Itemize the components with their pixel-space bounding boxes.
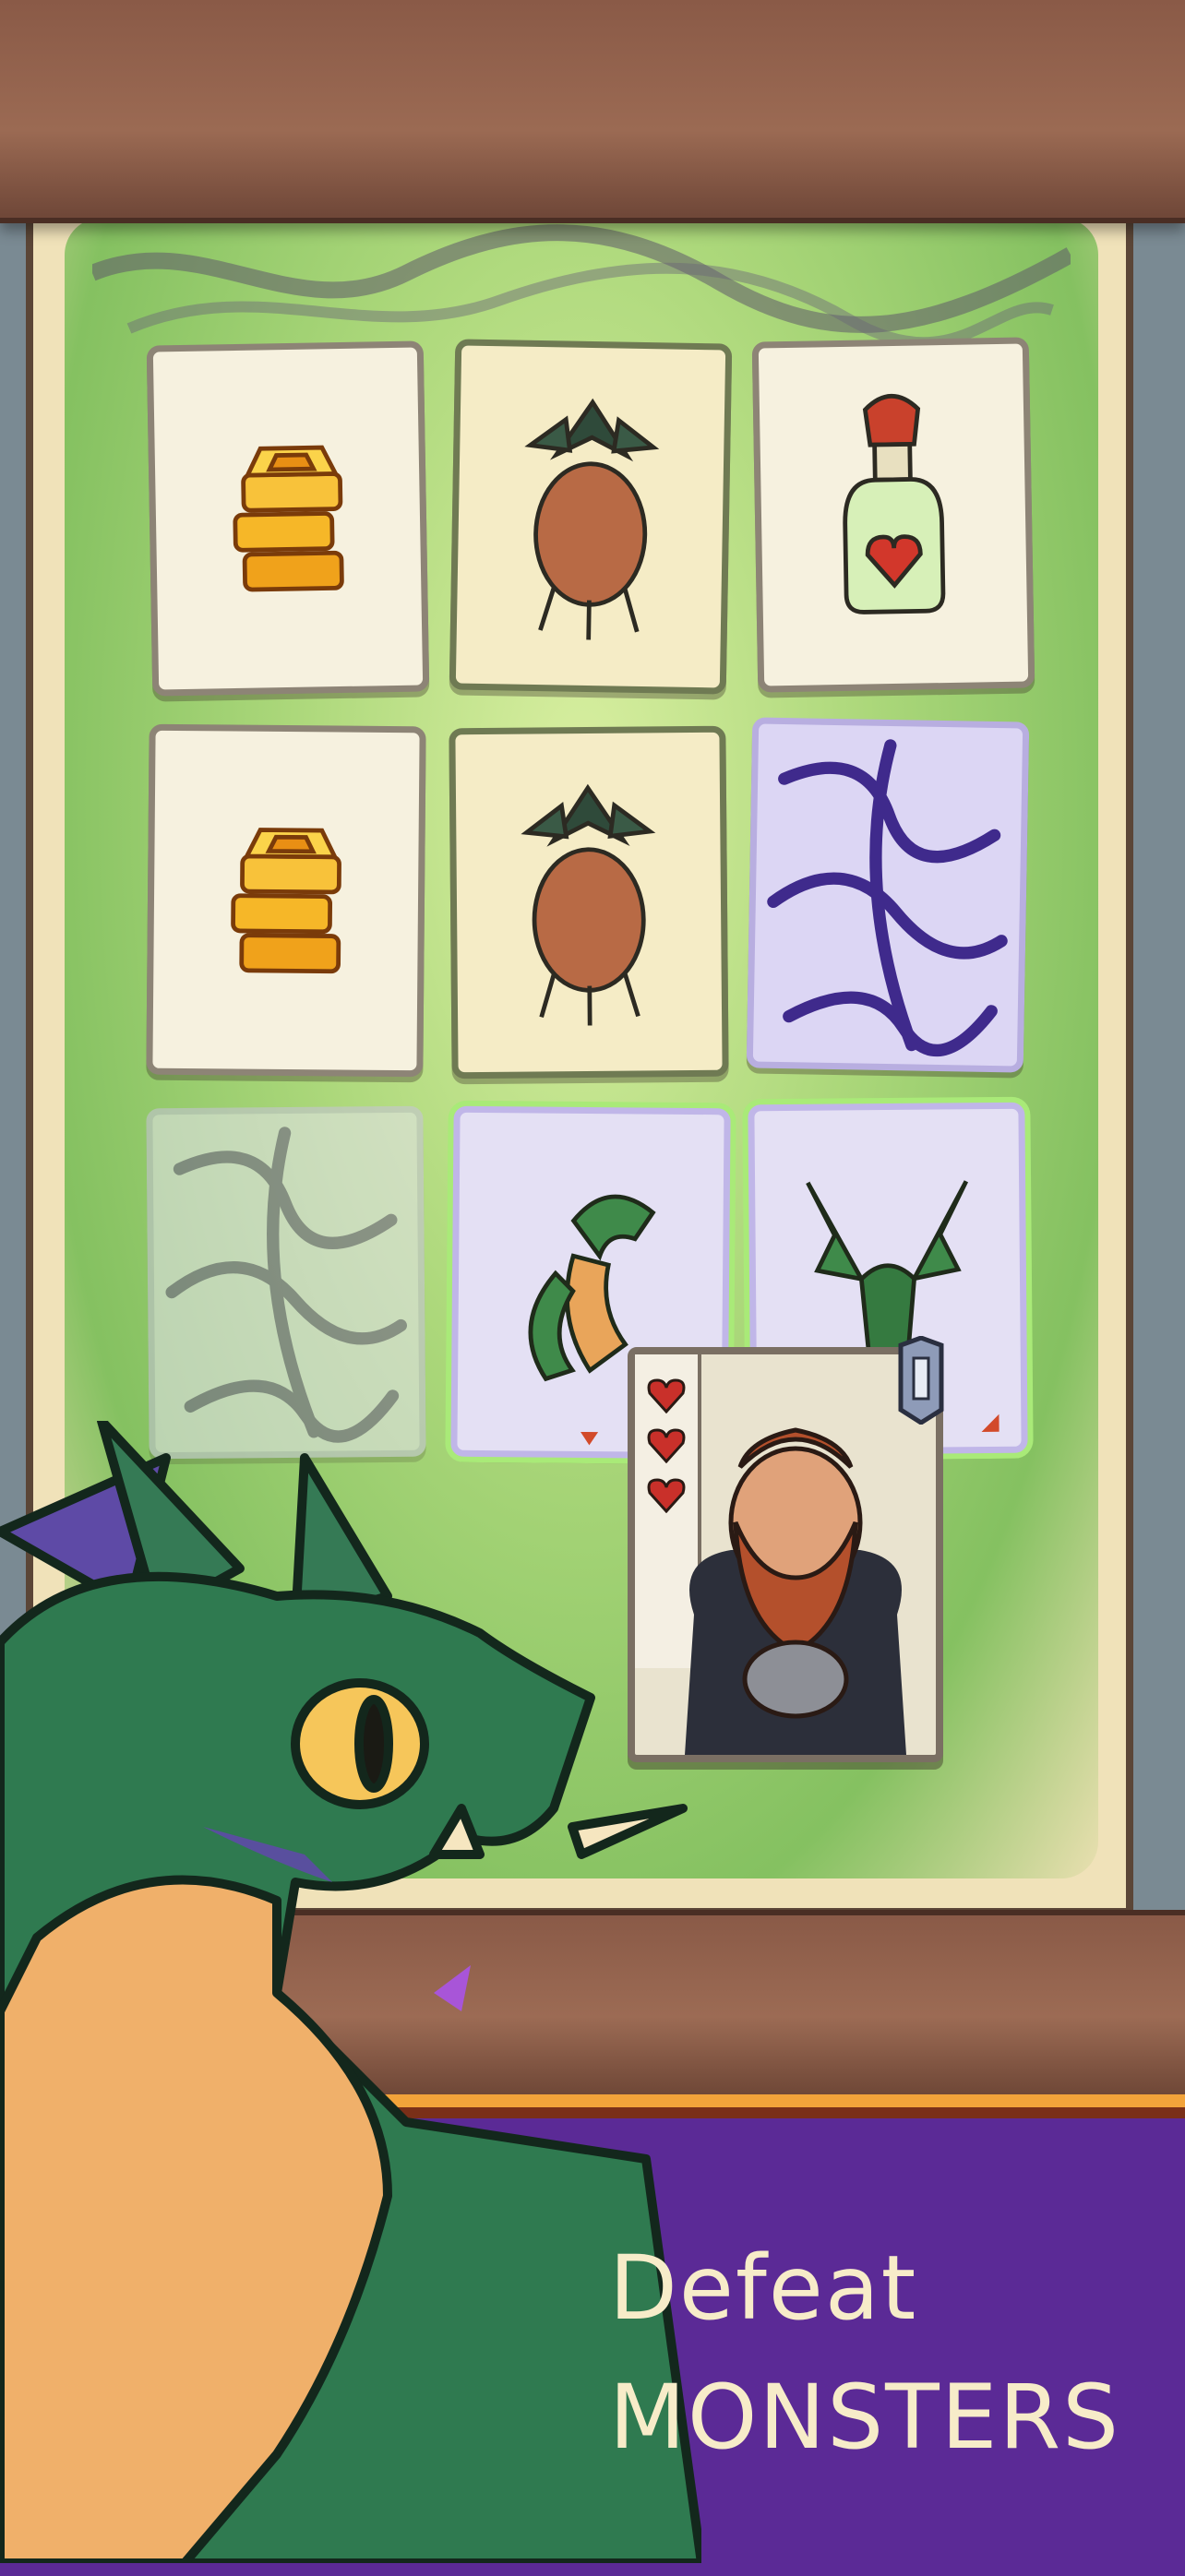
mandrake-root-icon [521,783,656,1026]
card-mandrake-root[interactable] [449,725,729,1079]
banner-line-monsters: MONSTERS [609,2366,1121,2469]
top-wooden-rod [0,0,1185,223]
health-potion-icon [843,394,946,614]
card-gold-coins[interactable] [146,723,426,1078]
mandrake-root-icon [524,398,660,640]
banner-headline: Defeat MONSTERS [609,2224,1163,2482]
dragon-mascot [0,1421,701,2563]
gold-coins-icon [231,828,341,974]
card-health-potion[interactable] [751,337,1035,693]
card-gold-coins[interactable] [146,340,430,697]
card-thorn-back[interactable] [746,717,1030,1073]
thorn-pattern-icon [767,739,1008,1057]
thorn-pattern-icon [165,1127,408,1443]
banner-line-defeat: Defeat [609,2236,918,2340]
card-thorn-back-faded[interactable] [146,1105,426,1460]
vines-decoration [92,224,1071,347]
gold-coins-icon [233,445,344,592]
card-mandrake-root[interactable] [449,339,733,695]
